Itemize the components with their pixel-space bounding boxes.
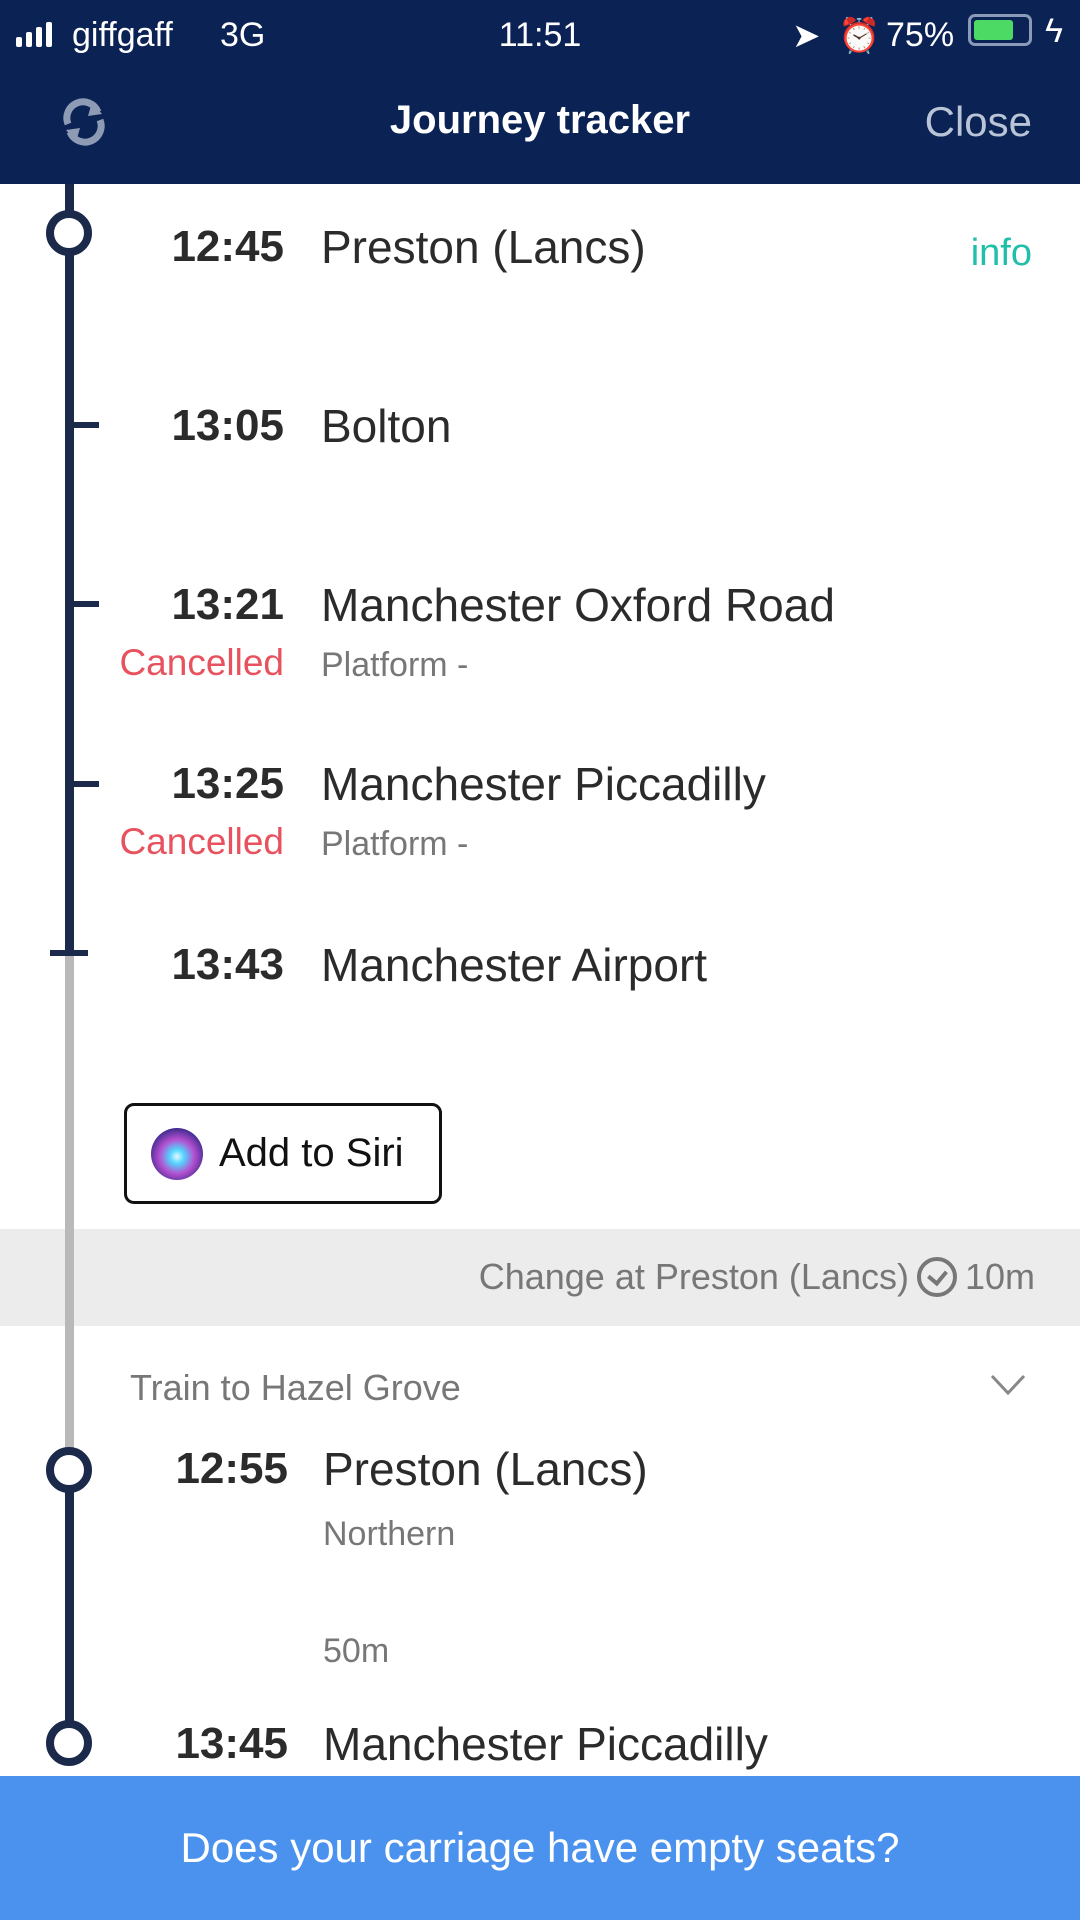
stop-tick xyxy=(50,950,88,956)
stop-time: 13:45 xyxy=(175,1719,288,1768)
stop-time: 13:25 xyxy=(171,759,284,808)
timeline-line-change xyxy=(65,1229,74,1326)
stop-station: Manchester Airport xyxy=(321,939,708,991)
platform: Platform - xyxy=(321,825,469,863)
cancelled-status: Cancelled xyxy=(119,642,284,683)
stop-station: Manchester Piccadilly xyxy=(323,1718,768,1770)
change-duration: 10m xyxy=(964,1256,1035,1297)
stop-time: 13:05 xyxy=(171,401,284,450)
stop-time: 12:55 xyxy=(175,1444,288,1493)
stop-station: Bolton xyxy=(321,400,452,452)
siri-label: Add to Siri xyxy=(219,1131,404,1175)
siri-icon xyxy=(151,1127,203,1180)
timeline-line-change xyxy=(65,953,74,1473)
stop-time: 12:45 xyxy=(171,222,284,271)
chevron-down-icon[interactable] xyxy=(990,1374,1026,1396)
add-to-siri-button[interactable]: Add to Siri xyxy=(124,1103,442,1204)
charging-icon: ϟ xyxy=(1045,12,1063,50)
operator: Northern xyxy=(323,1515,456,1553)
info-link[interactable]: info xyxy=(971,232,1032,275)
battery-icon xyxy=(968,14,1032,46)
leg-duration: 50m xyxy=(323,1632,390,1670)
leg-title: Train to Hazel Grove xyxy=(130,1367,461,1408)
empty-seats-banner-button[interactable]: Does your carriage have empty seats? xyxy=(0,1776,1080,1920)
change-info: Change at Preston (Lancs) 10m xyxy=(479,1256,1035,1298)
stop-marker xyxy=(46,1720,92,1766)
cancelled-status: Cancelled xyxy=(119,821,284,862)
stop-station: Preston (Lancs) xyxy=(323,1443,648,1495)
stop-marker xyxy=(46,1447,92,1493)
clock-icon xyxy=(916,1257,957,1297)
location-icon: ➤ xyxy=(792,17,821,55)
battery-percent: 75% xyxy=(886,16,955,54)
stop-station: Manchester Piccadilly xyxy=(321,758,766,810)
page-title: Journey tracker xyxy=(389,98,691,142)
alarm-icon: ⏰ xyxy=(838,17,881,55)
stop-station: Manchester Oxford Road xyxy=(321,579,835,631)
change-text: Change at Preston (Lancs) xyxy=(478,1256,909,1297)
timeline-line xyxy=(65,1470,74,1742)
close-button[interactable]: Close xyxy=(925,98,1032,146)
stop-station: Preston (Lancs) xyxy=(321,221,646,273)
nav-header: giffgaff 3G 11:51 ➤ ⏰ 75% ϟ Journey trac… xyxy=(0,0,1080,184)
stop-time: 13:21 xyxy=(171,580,284,629)
stop-time: 13:43 xyxy=(171,940,284,989)
platform: Platform - xyxy=(321,646,469,684)
